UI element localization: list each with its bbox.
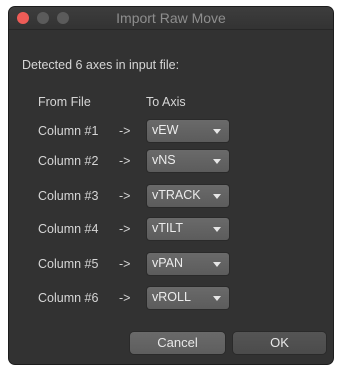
mapping-row-2: Column #2 -> vNS	[9, 150, 333, 174]
arrow-label: ->	[119, 222, 131, 236]
detected-axes-text: Detected 6 axes in input file:	[22, 58, 180, 72]
chevron-down-icon	[213, 129, 221, 134]
to-axis-header: To Axis	[146, 95, 186, 109]
window-title: Import Raw Move	[116, 10, 226, 26]
column-label: Column #6	[38, 291, 99, 305]
axis-select-3[interactable]: vTRACK	[147, 185, 229, 207]
axis-select-value: vNS	[152, 153, 176, 167]
mapping-row-4: Column #4 -> vTILT	[9, 218, 333, 242]
arrow-label: ->	[119, 257, 131, 271]
arrow-label: ->	[119, 154, 131, 168]
from-file-header: From File	[38, 95, 91, 109]
column-label: Column #1	[38, 124, 99, 138]
cancel-button[interactable]: Cancel	[130, 332, 225, 354]
mapping-row-3: Column #3 -> vTRACK	[9, 185, 333, 209]
chevron-down-icon	[213, 227, 221, 232]
chevron-down-icon	[213, 194, 221, 199]
chevron-down-icon	[213, 296, 221, 301]
axis-select-2[interactable]: vNS	[147, 150, 229, 172]
column-label: Column #5	[38, 257, 99, 271]
column-label: Column #4	[38, 222, 99, 236]
axis-select-1[interactable]: vEW	[147, 120, 229, 142]
axis-select-value: vROLL	[152, 290, 191, 304]
arrow-label: ->	[119, 291, 131, 305]
column-label: Column #3	[38, 189, 99, 203]
arrow-label: ->	[119, 124, 131, 138]
title-bar: Import Raw Move	[9, 7, 333, 30]
arrow-label: ->	[119, 189, 131, 203]
axis-select-value: vTRACK	[152, 188, 201, 202]
column-label: Column #2	[38, 154, 99, 168]
axis-select-value: vTILT	[152, 221, 184, 235]
chevron-down-icon	[213, 262, 221, 267]
mapping-row-6: Column #6 -> vROLL	[9, 287, 333, 311]
import-raw-move-dialog: Import Raw Move Detected 6 axes in input…	[9, 7, 333, 364]
chevron-down-icon	[213, 159, 221, 164]
ok-button[interactable]: OK	[233, 332, 326, 354]
axis-select-6[interactable]: vROLL	[147, 287, 229, 309]
mapping-row-1: Column #1 -> vEW	[9, 120, 333, 144]
mapping-row-5: Column #5 -> vPAN	[9, 253, 333, 277]
axis-select-5[interactable]: vPAN	[147, 253, 229, 275]
axis-select-value: vPAN	[152, 256, 184, 270]
axis-select-value: vEW	[152, 123, 179, 137]
axis-select-4[interactable]: vTILT	[147, 218, 229, 240]
